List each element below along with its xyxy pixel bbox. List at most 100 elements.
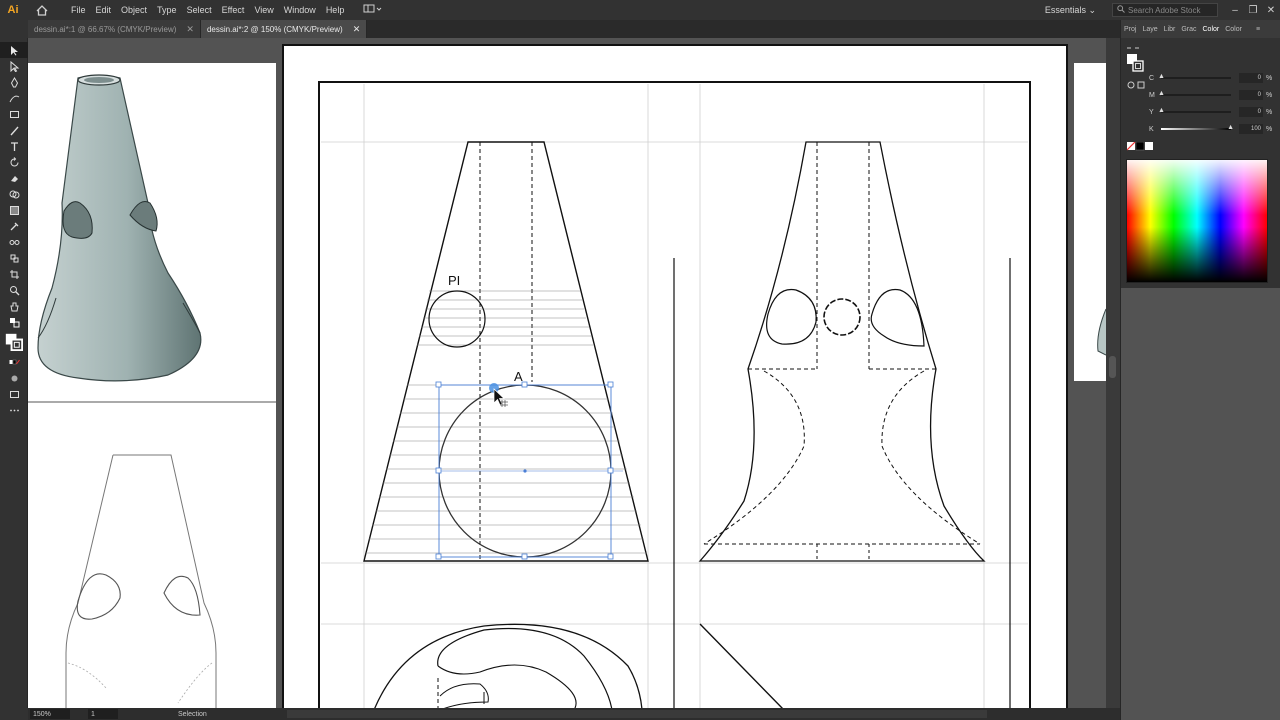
slider-handle[interactable]: ▲ (1158, 107, 1165, 114)
current-tool-status: Selection (178, 710, 207, 718)
horizontal-scrollbar[interactable] (286, 710, 987, 718)
label-pi: PI (448, 273, 460, 288)
slider-value[interactable]: 100 (1239, 124, 1263, 134)
slider-unit: % (1266, 125, 1273, 133)
color-modes-icon[interactable] (0, 354, 28, 370)
slider-label: K (1149, 125, 1154, 133)
search-placeholder: Search Adobe Stock (1128, 5, 1201, 15)
screen-mode-icon[interactable] (0, 386, 28, 402)
none-black-white-swatches[interactable] (1127, 142, 1157, 152)
blend-tool-icon[interactable] (0, 234, 28, 250)
next-artboard-content (1097, 308, 1106, 356)
main-artboard[interactable]: PI A (282, 44, 1068, 708)
menu-effect[interactable]: Effect (217, 5, 250, 15)
curvature-tool-icon[interactable] (0, 90, 28, 106)
vertical-scrollbar[interactable] (1106, 38, 1120, 708)
menu-items: File Edit Object Type Select Effect View… (66, 5, 349, 15)
menu-object[interactable]: Object (116, 5, 152, 15)
restore-icon[interactable]: ❐ (1244, 5, 1262, 16)
slider-track[interactable]: ▲ (1158, 90, 1231, 97)
paintbrush-tool-icon[interactable] (0, 122, 28, 138)
pen-tool-icon[interactable] (0, 74, 28, 90)
tab-gradient[interactable]: Grac (1178, 26, 1199, 33)
hand-tool-icon[interactable] (0, 298, 28, 314)
stock-search-input[interactable]: Search Adobe Stock (1112, 3, 1218, 17)
slider-unit: % (1266, 91, 1273, 99)
next-artboard[interactable] (1074, 63, 1106, 381)
more-tools-icon[interactable] (0, 402, 28, 418)
black-slider[interactable]: K ▲ 100 % (1149, 123, 1279, 135)
technical-drawing[interactable]: PI A (284, 46, 1066, 708)
front-view[interactable]: PI A (363, 141, 649, 708)
tab-close-icon[interactable]: ✕ (353, 24, 361, 35)
menu-file[interactable]: File (66, 5, 91, 15)
panel-tabs: Proj Laye Libr Grac Color Color ≡ (1121, 20, 1280, 38)
zoom-level-field[interactable]: 150% (30, 709, 70, 719)
tab-label: dessin.ai*:2 @ 150% (CMYK/Preview) (206, 24, 343, 34)
type-tool-icon[interactable] (0, 138, 28, 154)
gradient-tool-icon[interactable] (0, 202, 28, 218)
tab-libraries[interactable]: Libr (1161, 26, 1179, 33)
eraser-tool-icon[interactable] (0, 170, 28, 186)
fill-stroke-swap-icon[interactable] (0, 314, 28, 330)
arrange-documents-icon[interactable] (363, 4, 383, 16)
symbol-sprayer-tool-icon[interactable] (0, 250, 28, 266)
shape-builder-tool-icon[interactable] (0, 186, 28, 202)
slider-track[interactable]: ▲ (1158, 73, 1231, 80)
side-view[interactable] (673, 141, 1011, 708)
color-spectrum-picker[interactable] (1126, 159, 1268, 283)
tab-properties[interactable]: Proj (1121, 26, 1139, 33)
drawing-modes-icon[interactable] (0, 370, 28, 386)
tab-color-guide[interactable]: Color (1222, 26, 1245, 33)
slider-value[interactable]: 0 (1239, 90, 1263, 100)
color-panel-body: C ▲ 0 % M ▲ 0 % Y ▲ 0 % K ▲ 100 % (1121, 38, 1280, 288)
app-logo: Ai (7, 4, 19, 16)
selection-tool-icon[interactable] (0, 42, 28, 58)
artboard-number-field[interactable]: 1 (88, 709, 118, 719)
tab-document-1[interactable]: dessin.ai*:1 @ 66.67% (CMYK/Preview) ✕ (28, 20, 201, 38)
slider-track[interactable]: ▲ (1161, 124, 1234, 131)
canvas[interactable]: PI A (28, 38, 1106, 708)
workspace-switcher[interactable]: Essentials ⌄ (1045, 5, 1096, 16)
artboard-divider (28, 401, 276, 403)
menu-type[interactable]: Type (152, 5, 182, 15)
direct-selection-tool-icon[interactable] (0, 58, 28, 74)
menu-right: Essentials ⌄ Search Adobe Stock – ❐ ✕ (1045, 0, 1280, 20)
home-icon[interactable] (32, 1, 52, 19)
tools-panel (0, 38, 28, 708)
slider-value[interactable]: 0 (1239, 107, 1263, 117)
cyan-slider[interactable]: C ▲ 0 % (1149, 72, 1279, 84)
artboard-tool-icon[interactable] (0, 266, 28, 282)
slider-track[interactable]: ▲ (1158, 107, 1231, 114)
vertical-scroll-thumb[interactable] (1109, 356, 1116, 378)
panel-menu-icon[interactable]: ≡ (1253, 26, 1263, 33)
slider-handle[interactable]: ▲ (1158, 90, 1165, 97)
menu-window[interactable]: Window (279, 5, 321, 15)
tab-close-icon[interactable]: ✕ (186, 24, 194, 35)
yellow-slider[interactable]: Y ▲ 0 % (1149, 106, 1279, 118)
minimize-icon[interactable]: – (1226, 5, 1244, 16)
workspace-label: Essentials (1044, 4, 1086, 15)
menu-view[interactable]: View (249, 5, 278, 15)
menu-help[interactable]: Help (321, 5, 350, 15)
reference-artboard[interactable] (28, 63, 276, 708)
magenta-slider[interactable]: M ▲ 0 % (1149, 89, 1279, 101)
rotate-tool-icon[interactable] (0, 154, 28, 170)
slider-unit: % (1266, 74, 1273, 82)
close-icon[interactable]: ✕ (1262, 5, 1280, 16)
slider-handle[interactable]: ▲ (1158, 73, 1165, 80)
tab-layers[interactable]: Laye (1139, 26, 1160, 33)
tab-document-2[interactable]: dessin.ai*:2 @ 150% (CMYK/Preview) ✕ (200, 20, 368, 38)
menu-bar: Ai File Edit Object Type Select Effect V… (0, 0, 1280, 20)
zoom-value: 150% (33, 710, 51, 718)
rectangle-tool-icon[interactable] (0, 106, 28, 122)
illustrator-window: Ai File Edit Object Type Select Effect V… (0, 0, 1280, 720)
tab-color[interactable]: Color (1200, 26, 1223, 33)
zoom-tool-icon[interactable] (0, 282, 28, 298)
fill-stroke-icon[interactable] (0, 330, 28, 354)
slider-value[interactable]: 0 (1239, 73, 1263, 83)
eyedropper-tool-icon[interactable] (0, 218, 28, 234)
menu-select[interactable]: Select (182, 5, 217, 15)
menu-edit[interactable]: Edit (91, 5, 117, 15)
slider-handle[interactable]: ▲ (1227, 124, 1234, 131)
